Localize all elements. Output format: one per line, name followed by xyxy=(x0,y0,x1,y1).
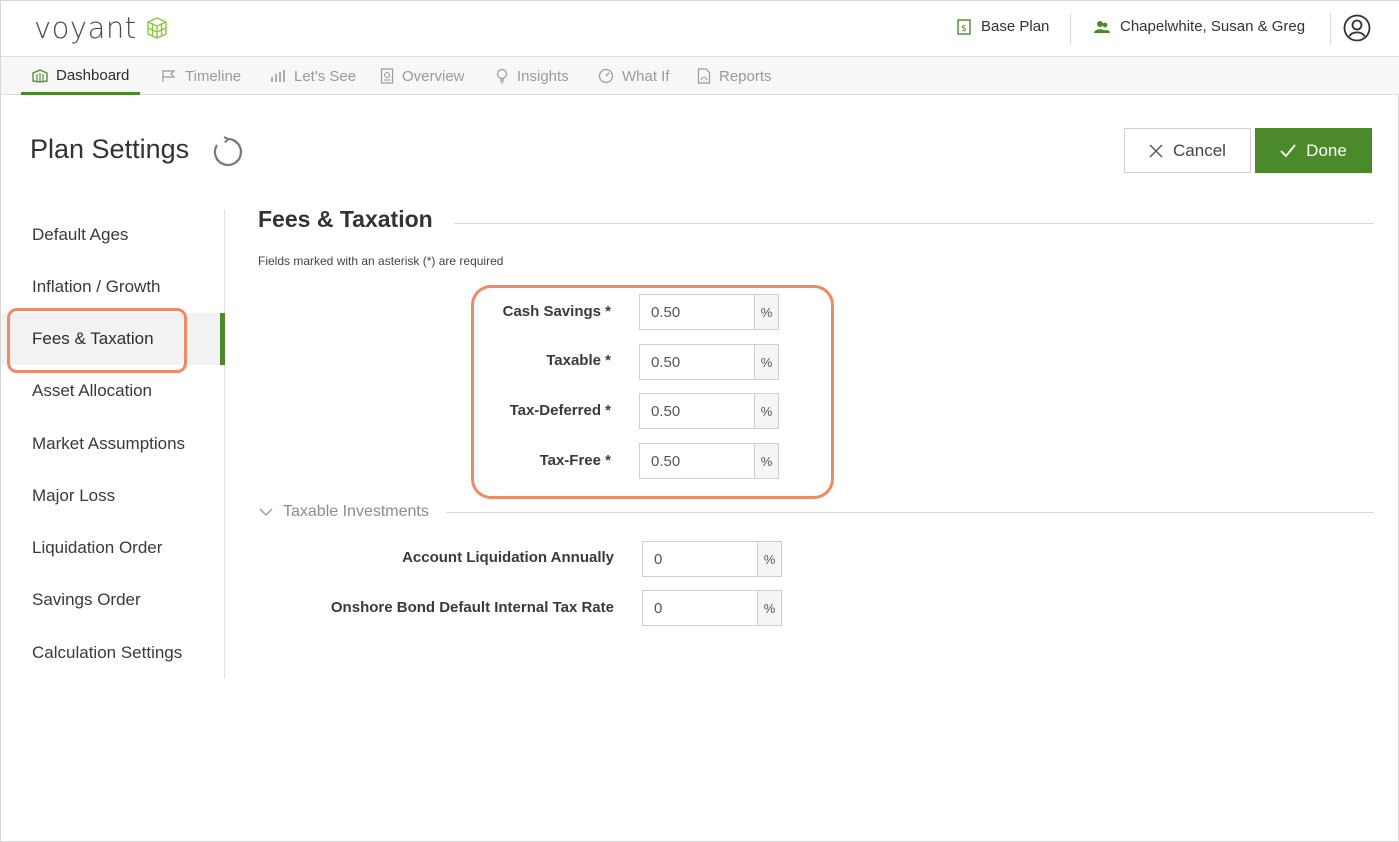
required-note: Fields marked with an asterisk (*) are r… xyxy=(258,254,504,268)
voyant-logo[interactable]: voyant xyxy=(34,11,169,45)
onshore-bond-tax-rate-field: % xyxy=(642,590,782,626)
tax-deferred-input[interactable] xyxy=(640,394,754,428)
subsection-divider xyxy=(446,512,1374,513)
tax-free-input[interactable] xyxy=(640,444,754,478)
top-header: voyant $ Base Plan Chapelwhite, Susan & … xyxy=(1,1,1399,57)
done-label: Done xyxy=(1306,140,1347,160)
base-plan-link[interactable]: $ Base Plan xyxy=(957,18,1049,35)
gauge-icon xyxy=(598,68,614,84)
tax-deferred-field: % xyxy=(639,393,779,429)
flag-icon xyxy=(162,70,176,82)
side-item-inflation-growth[interactable]: Inflation / Growth xyxy=(32,277,161,297)
taxable-investments-toggle[interactable]: Taxable Investments xyxy=(259,503,429,521)
percent-unit: % xyxy=(754,345,778,379)
taxable-investments-title: Taxable Investments xyxy=(283,503,429,520)
side-item-default-ages[interactable]: Default Ages xyxy=(32,225,128,245)
side-item-liquidation-order[interactable]: Liquidation Order xyxy=(32,538,162,558)
tab-label: Dashboard xyxy=(56,67,130,84)
base-plan-label: Base Plan xyxy=(981,18,1050,35)
percent-unit: % xyxy=(754,444,778,478)
cancel-button[interactable]: Cancel xyxy=(1124,128,1251,173)
tax-free-label: Tax-Free * xyxy=(539,452,611,469)
checkmark-icon xyxy=(1280,143,1296,157)
side-item-asset-allocation[interactable]: Asset Allocation xyxy=(32,381,152,401)
account-liquidation-field: % xyxy=(642,541,782,577)
tax-deferred-label: Tax-Deferred * xyxy=(509,402,611,419)
tab-reports[interactable]: Reports xyxy=(697,57,772,95)
plan-document-icon: $ xyxy=(957,18,971,35)
annotation-highlight xyxy=(7,308,187,373)
main-nav: Dashboard Timeline Let's See Overview In… xyxy=(1,57,1399,95)
logo-text: voyant xyxy=(34,11,137,45)
cash-savings-field: % xyxy=(639,294,779,330)
percent-unit: % xyxy=(754,295,778,329)
tab-label: Timeline xyxy=(185,67,242,85)
tab-label: Insights xyxy=(517,67,569,85)
account-liquidation-label: Account Liquidation Annually xyxy=(402,549,614,566)
taxable-label: Taxable * xyxy=(546,352,611,369)
settings-side-menu: Default Ages Inflation / Growth Fees & T… xyxy=(1,209,225,679)
client-selector[interactable]: Chapelwhite, Susan & Greg xyxy=(1094,18,1305,35)
close-icon xyxy=(1149,144,1163,157)
side-item-savings-order[interactable]: Savings Order xyxy=(32,590,141,610)
client-name: Chapelwhite, Susan & Greg xyxy=(1120,18,1306,35)
done-button[interactable]: Done xyxy=(1255,128,1372,173)
header-divider xyxy=(1330,13,1331,45)
tab-insights[interactable]: Insights xyxy=(495,57,569,95)
tab-dashboard[interactable]: Dashboard xyxy=(21,57,141,95)
user-account-icon[interactable] xyxy=(1343,14,1371,42)
header-divider xyxy=(1070,13,1071,45)
side-item-market-assumptions[interactable]: Market Assumptions xyxy=(32,434,185,454)
tab-lets-see[interactable]: Let's See xyxy=(270,57,356,95)
side-item-major-loss[interactable]: Major Loss xyxy=(32,486,115,506)
section-title: Fees & Taxation xyxy=(258,206,433,232)
voyant-logo-icon xyxy=(146,17,167,39)
tab-label: Let's See xyxy=(294,67,357,85)
bar-chart-icon xyxy=(271,70,285,82)
tab-label: Overview xyxy=(402,67,465,85)
onshore-bond-tax-rate-input[interactable] xyxy=(643,591,757,625)
tab-overview[interactable]: Overview xyxy=(380,57,465,95)
chevron-down-icon xyxy=(259,508,273,516)
tax-free-field: % xyxy=(639,443,779,479)
dashboard-icon xyxy=(32,68,48,83)
pdf-icon xyxy=(697,68,711,84)
section-divider xyxy=(454,223,1374,224)
tab-label: Reports xyxy=(719,67,772,85)
lightbulb-icon xyxy=(496,68,508,84)
percent-unit: % xyxy=(757,591,781,625)
cash-savings-label: Cash Savings * xyxy=(502,303,611,320)
account-liquidation-input[interactable] xyxy=(643,542,757,576)
percent-unit: % xyxy=(754,394,778,428)
taxable-input[interactable] xyxy=(640,345,754,379)
cancel-label: Cancel xyxy=(1173,140,1226,160)
cash-savings-input[interactable] xyxy=(640,295,754,329)
tab-timeline[interactable]: Timeline xyxy=(161,57,241,95)
tab-what-if[interactable]: What If xyxy=(598,57,670,95)
onshore-bond-tax-rate-label: Onshore Bond Default Internal Tax Rate xyxy=(330,599,614,616)
reset-icon[interactable] xyxy=(212,136,244,168)
svg-text:$: $ xyxy=(961,24,967,34)
document-icon xyxy=(380,68,394,84)
side-item-calculation-settings[interactable]: Calculation Settings xyxy=(32,643,182,663)
taxable-field: % xyxy=(639,344,779,380)
clients-icon xyxy=(1094,20,1110,33)
page-title: Plan Settings xyxy=(30,134,190,164)
app-window: voyant $ Base Plan Chapelwhite, Susan & … xyxy=(0,0,1399,842)
percent-unit: % xyxy=(757,542,781,576)
tab-label: What If xyxy=(622,67,670,85)
